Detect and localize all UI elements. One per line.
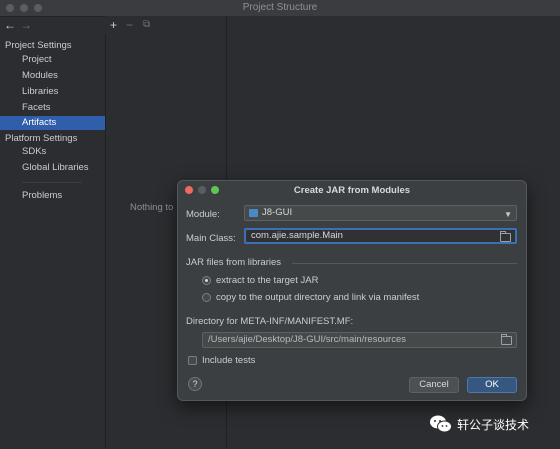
include-tests-label: Include tests <box>202 355 256 366</box>
sidebar-item-facets[interactable]: Facets <box>0 101 105 115</box>
create-jar-dialog: Create JAR from Modules Module: J8-GUI ▼… <box>177 180 527 401</box>
copy-radio[interactable] <box>202 293 211 302</box>
sidebar-divider <box>22 182 82 183</box>
window-title: Project Structure <box>242 2 318 13</box>
navigation-row: ← → <box>0 18 105 34</box>
help-button[interactable]: ? <box>188 377 202 391</box>
module-select[interactable]: J8-GUI ▼ <box>244 205 517 221</box>
platform-settings-header: Platform Settings <box>5 133 78 144</box>
chevron-down-icon: ▼ <box>504 210 512 219</box>
browse-folder-icon[interactable] <box>501 334 512 345</box>
watermark-text: 轩公子谈技术 <box>457 418 530 432</box>
sidebar-item-artifacts[interactable]: Artifacts <box>0 116 105 130</box>
main-class-label: Main Class: <box>186 233 236 244</box>
forward-arrow-icon[interactable]: → <box>20 18 32 32</box>
dialog-title: Create JAR from Modules <box>293 185 411 196</box>
project-settings-header: Project Settings <box>5 40 72 51</box>
main-class-field[interactable]: com.ajie.sample.Main <box>244 228 517 244</box>
sidebar-item-libraries[interactable]: Libraries <box>0 85 105 99</box>
wechat-logo-icon <box>430 415 452 433</box>
ok-button[interactable]: OK <box>467 377 517 393</box>
cancel-button[interactable]: Cancel <box>409 377 459 393</box>
main-class-value: com.ajie.sample.Main <box>251 230 343 241</box>
add-icon[interactable]: + <box>110 18 117 32</box>
jar-files-section-label: JAR files from libraries <box>186 257 282 268</box>
sidebar-item-project[interactable]: Project <box>0 53 105 67</box>
browse-folder-icon[interactable] <box>500 231 511 242</box>
sidebar-item-sdks[interactable]: SDKs <box>0 145 105 159</box>
settings-sidebar: Project Settings Project Modules Librari… <box>0 34 106 449</box>
module-select-value: J8-GUI <box>262 207 293 218</box>
include-tests-checkbox[interactable] <box>188 356 197 365</box>
sidebar-item-global-libraries[interactable]: Global Libraries <box>0 161 105 175</box>
manifest-dir-label: Directory for META-INF/MANIFEST.MF: <box>186 316 354 327</box>
extract-radio[interactable] <box>202 276 211 285</box>
module-label: Module: <box>186 209 220 220</box>
back-arrow-icon[interactable]: ← <box>4 18 16 32</box>
section-separator <box>292 263 517 264</box>
extract-radio-label: extract to the target JAR <box>216 275 319 286</box>
module-folder-icon <box>249 209 258 217</box>
sidebar-item-problems[interactable]: Problems <box>0 189 105 203</box>
empty-artifacts-text: Nothing to <box>130 202 174 213</box>
manifest-dir-value: /Users/ajie/Desktop/J8-GUI/src/main/reso… <box>208 334 406 345</box>
copy-radio-label: copy to the output directory and link vi… <box>216 292 420 303</box>
watermark: 轩公子谈技术 <box>429 414 559 434</box>
copy-icon[interactable]: ⧉ <box>143 19 150 30</box>
window-titlebar: Project Structure <box>0 0 560 17</box>
remove-icon[interactable]: − <box>126 18 133 32</box>
manifest-dir-field[interactable]: /Users/ajie/Desktop/J8-GUI/src/main/reso… <box>202 332 517 348</box>
sidebar-item-modules[interactable]: Modules <box>0 69 105 83</box>
